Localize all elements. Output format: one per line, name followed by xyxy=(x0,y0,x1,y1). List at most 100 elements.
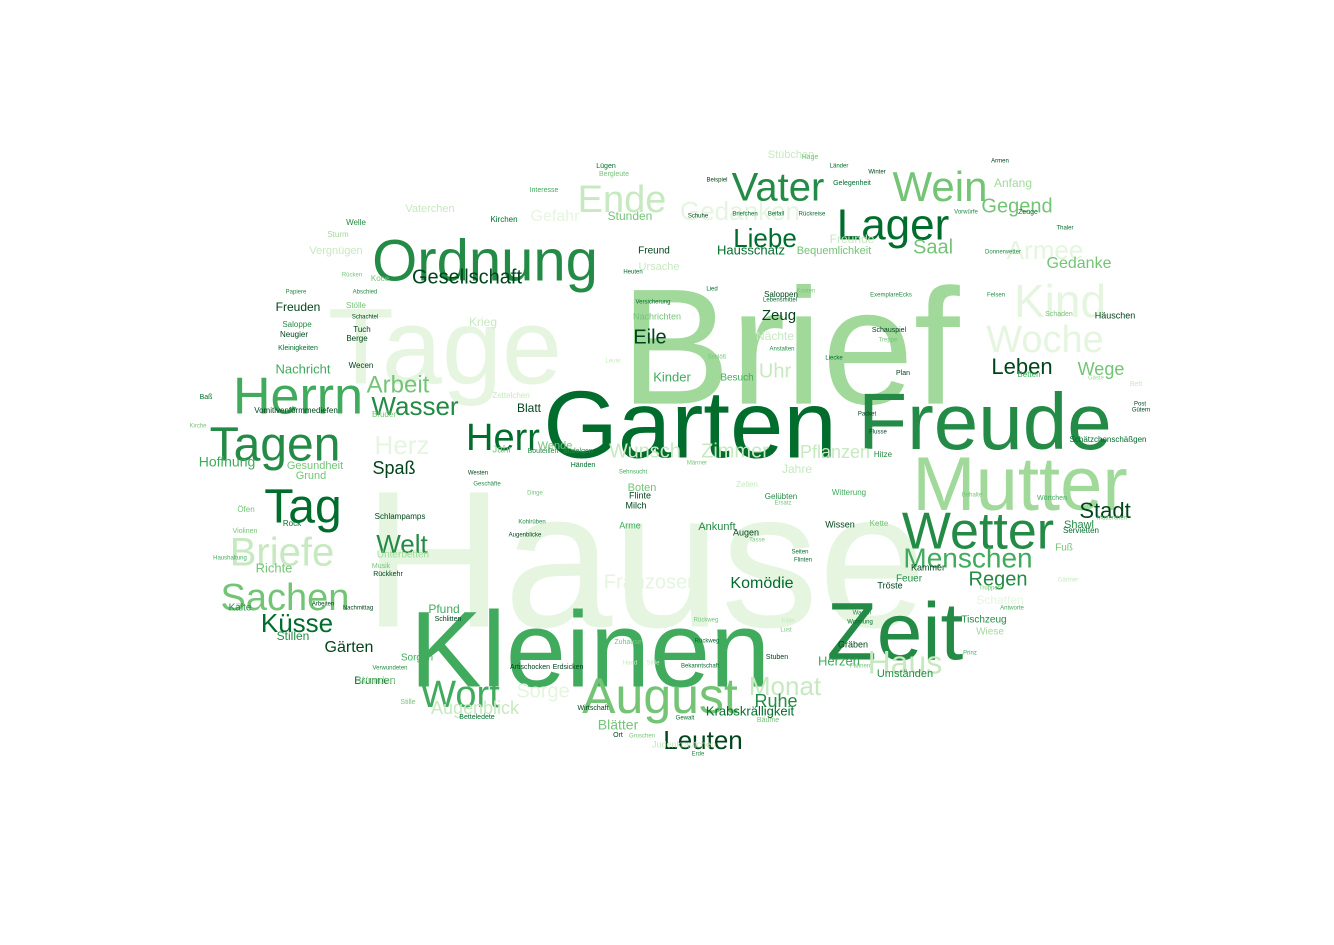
cloud-word: Augen xyxy=(733,527,759,537)
cloud-word: Flinten xyxy=(794,558,812,564)
cloud-word: Kohlrüben xyxy=(518,520,545,526)
cloud-word: Artischocken xyxy=(510,664,550,671)
cloud-word: Gräben xyxy=(838,639,868,649)
cloud-word: Augenblicke xyxy=(509,533,542,539)
cloud-word: Westen xyxy=(468,471,488,477)
cloud-word: Papiere xyxy=(286,290,307,296)
cloud-word: Arme xyxy=(619,520,641,530)
cloud-word: Herz xyxy=(375,430,430,460)
cloud-word: Behalte xyxy=(962,493,983,499)
cloud-word: Betteledete xyxy=(459,714,495,721)
cloud-word: Freuden xyxy=(276,300,321,314)
word-cloud-words: HauseBriefTageKleinenGarten FreudeMutterZ… xyxy=(189,149,1150,758)
cloud-word: Leute xyxy=(605,359,621,365)
cloud-word: Nächte xyxy=(756,329,794,343)
cloud-word: Zeug xyxy=(762,307,796,324)
cloud-word: Treppe xyxy=(879,338,898,344)
cloud-word: Lügen xyxy=(596,163,616,170)
cloud-word: Fuß xyxy=(1055,543,1073,554)
cloud-word: Plan xyxy=(896,370,910,377)
cloud-word: Hausschatz xyxy=(717,242,785,257)
cloud-word: Baß xyxy=(200,394,213,401)
cloud-word: Länder xyxy=(830,164,849,170)
cloud-word: Budelgen xyxy=(563,448,593,455)
cloud-word: Betten xyxy=(1017,370,1040,379)
cloud-word: Stölle xyxy=(346,301,367,310)
cloud-word: Krabskrälligkeit xyxy=(706,703,795,718)
cloud-word: Vorwürfe xyxy=(954,210,978,216)
cloud-word: Vergnügen xyxy=(309,245,362,257)
cloud-word: Lust xyxy=(780,628,792,634)
cloud-word: Nachmittag xyxy=(343,606,373,612)
cloud-word: Hitze xyxy=(874,450,893,459)
cloud-word: Nachrichten xyxy=(633,311,681,321)
cloud-word: ExemplareEcks xyxy=(870,293,912,299)
cloud-word: Männer xyxy=(687,461,707,467)
cloud-word: Kette xyxy=(870,519,889,528)
cloud-word: Sehnsucht xyxy=(619,470,648,476)
cloud-word: Öfen xyxy=(237,505,254,514)
cloud-word: Berge xyxy=(346,334,368,343)
cloud-word: Bruder xyxy=(372,410,396,419)
cloud-word: Sturm xyxy=(327,230,349,239)
cloud-word: Tasse xyxy=(749,538,765,544)
cloud-word: Uhr xyxy=(759,360,792,382)
cloud-word: Häuschen xyxy=(1095,310,1136,320)
cloud-word: Briefchen xyxy=(732,212,757,218)
cloud-word: Tröste xyxy=(877,580,902,590)
cloud-word: Ursache xyxy=(639,261,680,273)
cloud-word: Saloppe xyxy=(282,320,312,329)
cloud-word: Bouteillen xyxy=(528,448,559,455)
cloud-word: Wissen xyxy=(825,519,855,529)
cloud-word: Kirche xyxy=(189,424,207,430)
cloud-word: Arbeit xyxy=(367,371,430,398)
cloud-word: Kinder xyxy=(653,369,691,384)
cloud-word: Wirtschaft xyxy=(577,705,608,712)
cloud-word: Welle xyxy=(346,218,366,227)
cloud-word: Freunde xyxy=(830,232,875,246)
cloud-word: Schaden xyxy=(1045,311,1073,318)
cloud-word: Gärten xyxy=(325,639,374,656)
cloud-word: Neugier xyxy=(280,330,308,339)
cloud-word: Grund xyxy=(296,470,327,482)
cloud-word: Rock xyxy=(283,519,302,528)
cloud-word: Stille xyxy=(646,661,660,667)
cloud-word: Komödie xyxy=(730,575,793,592)
cloud-word: Pflanzen xyxy=(800,442,870,462)
cloud-word: Lebensmittel xyxy=(763,298,797,304)
cloud-word: Abschied xyxy=(353,290,378,296)
cloud-word: Bekanntschaft xyxy=(681,664,719,670)
cloud-word: Kosten xyxy=(797,289,816,295)
cloud-word: Stunden xyxy=(608,209,653,223)
cloud-word: Kleinigkeiten xyxy=(278,345,318,352)
cloud-word: Gegend xyxy=(981,195,1052,217)
cloud-word: Bett xyxy=(1130,381,1143,388)
cloud-word: Schätzchenschäßgen xyxy=(1070,435,1147,444)
cloud-word: Kammer xyxy=(911,562,945,572)
cloud-word: Jahr xyxy=(492,445,512,456)
cloud-word: Wörtchen xyxy=(1037,495,1067,502)
cloud-word: Wunsch xyxy=(609,440,681,462)
cloud-word: Zettelchen xyxy=(492,391,529,400)
cloud-word: Blatt xyxy=(517,401,542,415)
cloud-word: Pfund xyxy=(428,602,459,616)
cloud-word: Musik xyxy=(372,563,391,570)
cloud-word: Geschäfte xyxy=(473,482,501,488)
cloud-word: Koce xyxy=(371,274,390,283)
cloud-word: Dinge xyxy=(527,491,543,497)
cloud-word: Saal xyxy=(913,236,953,258)
cloud-word: Bäume xyxy=(757,717,779,724)
cloud-word: Thaler xyxy=(1056,226,1073,232)
cloud-word: Rücken xyxy=(342,273,362,279)
cloud-word: Richte xyxy=(256,560,293,575)
cloud-word: Gelegenheit xyxy=(833,180,871,187)
cloud-word: Truppen xyxy=(979,586,1001,592)
cloud-word: Wunden xyxy=(358,676,395,687)
cloud-word: Lied xyxy=(706,287,717,293)
cloud-word: Tag xyxy=(264,481,341,534)
cloud-word: Gefahr xyxy=(531,208,581,225)
cloud-word: Ort xyxy=(613,732,623,739)
cloud-word: Umständen xyxy=(877,668,933,680)
cloud-word: Rückreise xyxy=(799,212,826,218)
cloud-word: Zuhause xyxy=(614,639,641,646)
